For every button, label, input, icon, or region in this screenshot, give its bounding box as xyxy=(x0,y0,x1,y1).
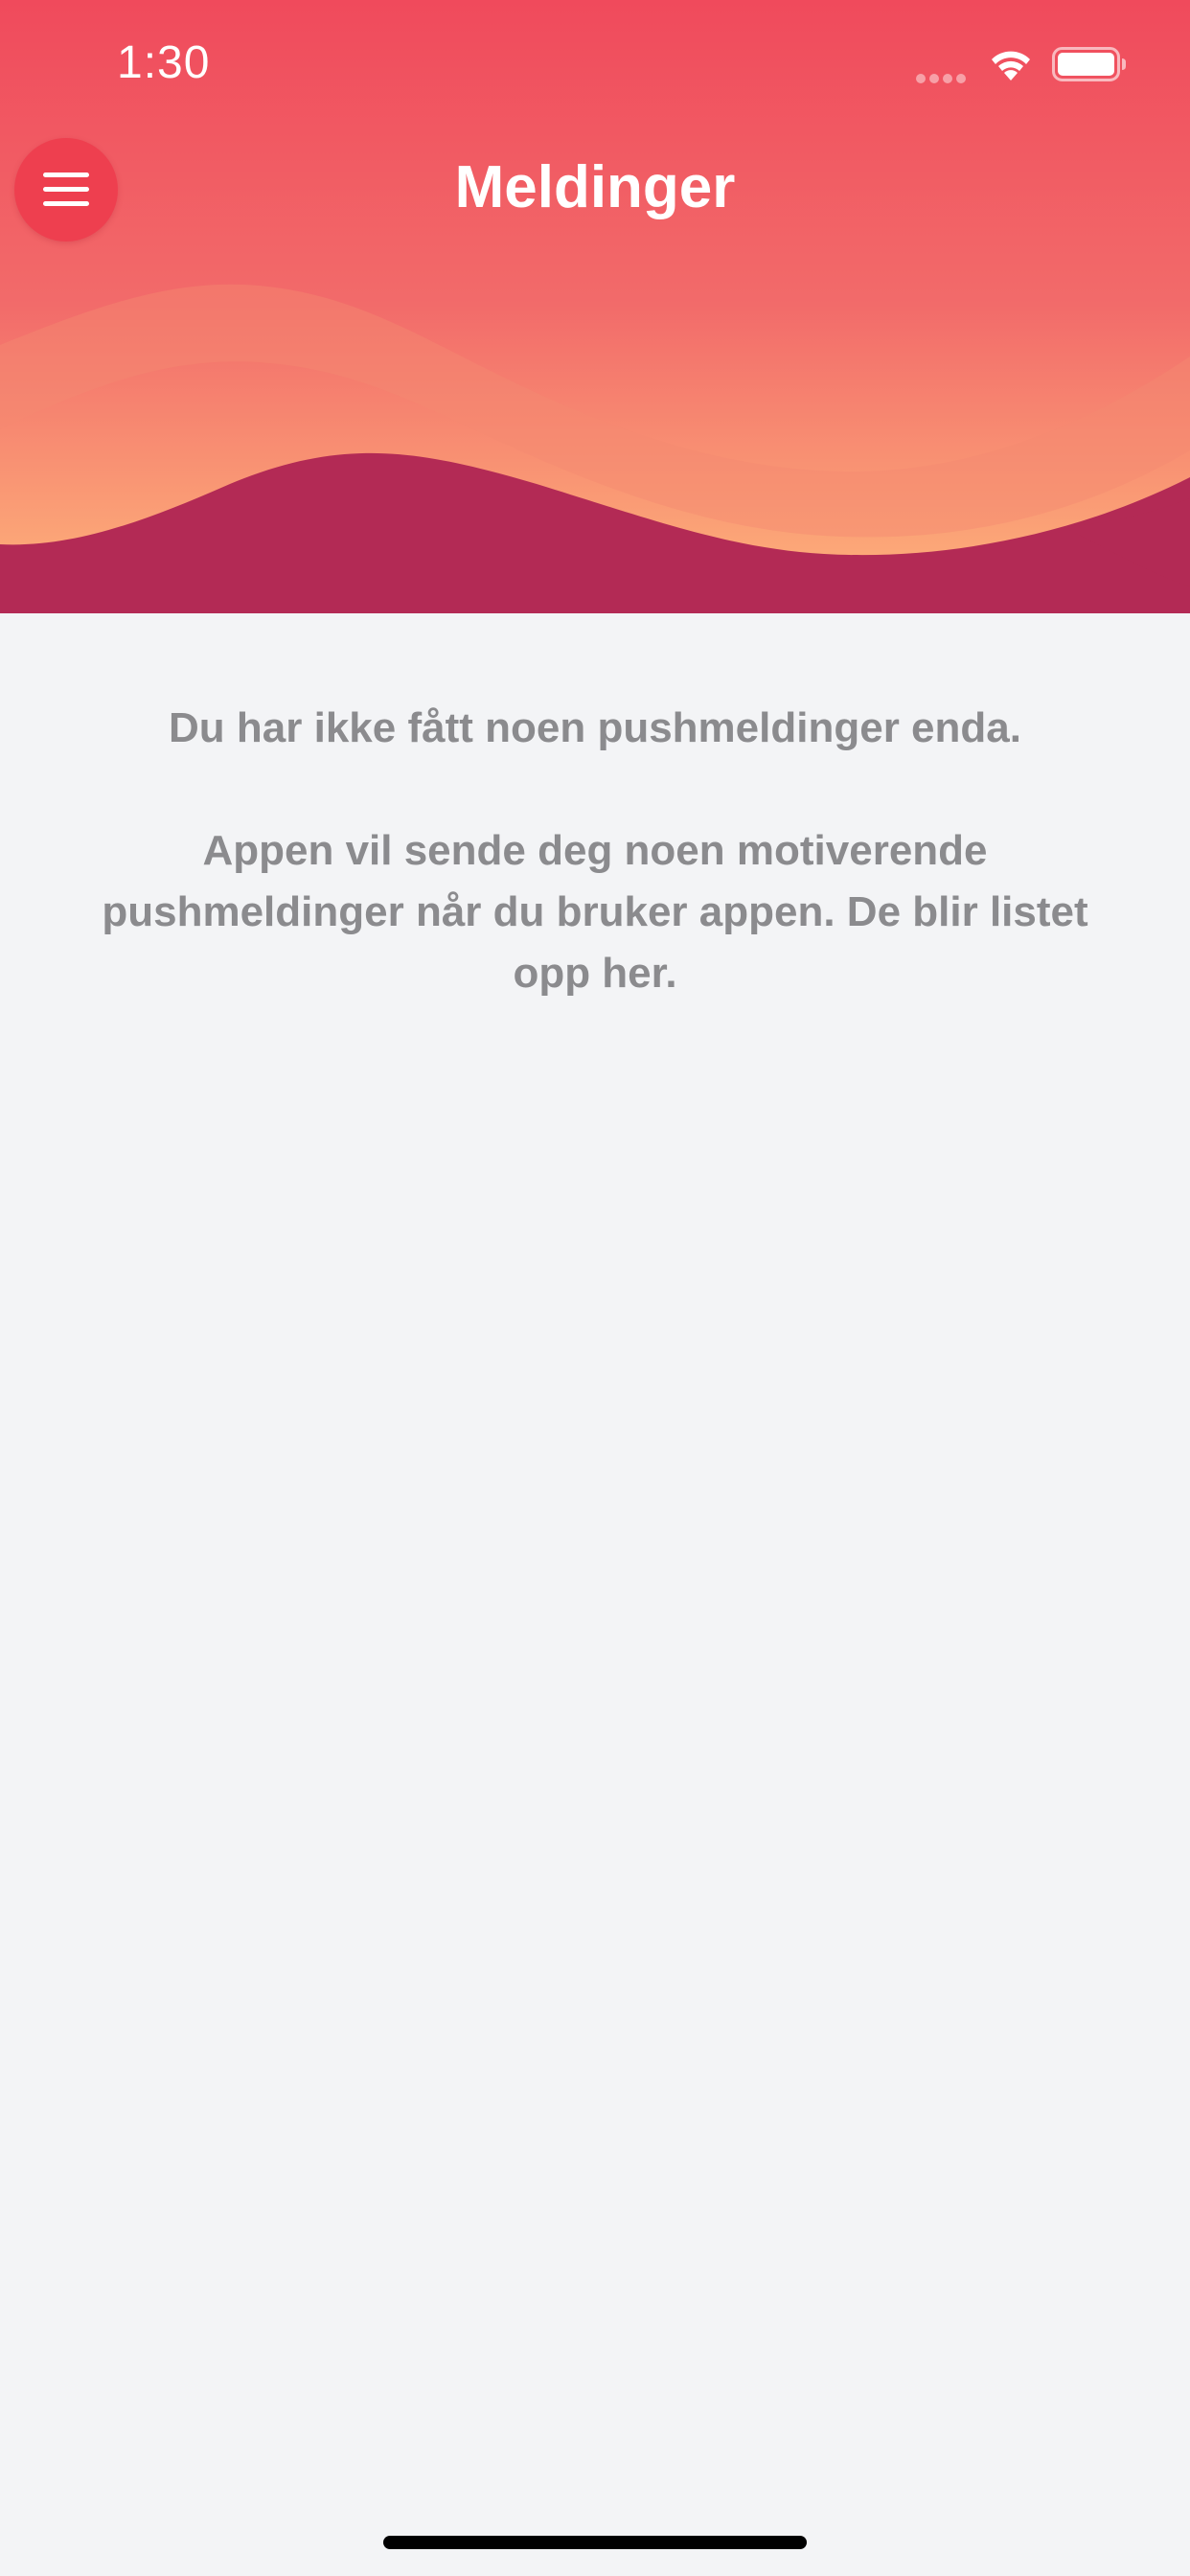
status-time: 1:30 xyxy=(117,37,211,88)
empty-state-description: Appen vil sende deg noen motiverende pus… xyxy=(102,827,1088,997)
wifi-icon xyxy=(992,51,1030,80)
empty-state-message: Du har ikke fått noen pushmeldinger enda… xyxy=(169,704,1021,751)
cellular-signal-icon xyxy=(916,71,972,83)
battery-icon xyxy=(1052,47,1126,81)
page-title: Meldinger xyxy=(454,154,736,220)
status-bar: 1:30 xyxy=(0,0,1190,134)
home-indicator[interactable] xyxy=(383,2536,807,2549)
